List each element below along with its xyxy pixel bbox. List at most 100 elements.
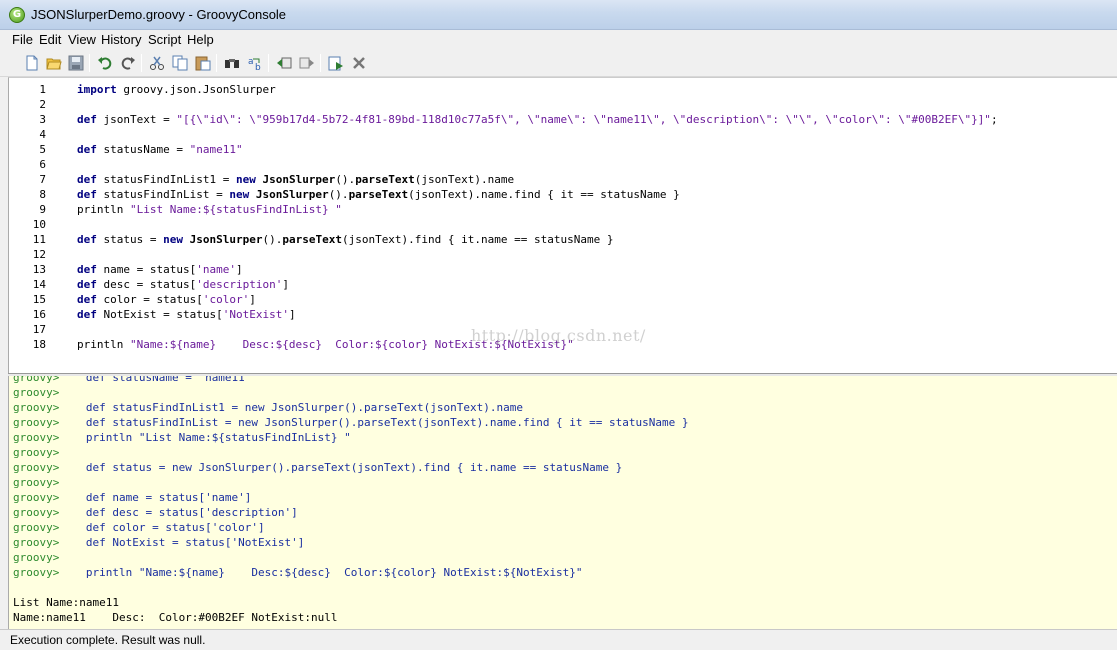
output-prompt: groovy> (13, 446, 60, 459)
history-previous-icon[interactable] (274, 53, 294, 73)
line-number: 5 (39, 143, 46, 156)
menu-script[interactable]: Script (148, 32, 181, 47)
code-line: def NotExist = status['NotExist'] (77, 308, 296, 321)
interrupt-icon[interactable] (349, 53, 369, 73)
run-script-icon[interactable] (326, 53, 346, 73)
new-file-icon[interactable] (22, 53, 42, 73)
code-line: def statusFindInList1 = new JsonSlurper(… (77, 173, 514, 186)
string-token: "name11" (189, 143, 243, 156)
line-number: 10 (32, 218, 46, 231)
watermark: http://blog.csdn.net/ (471, 326, 646, 345)
svg-text:b: b (255, 63, 261, 71)
undo-icon[interactable] (95, 53, 115, 73)
code-token: NotExist = status[ (96, 308, 223, 321)
keyword-token: def (77, 278, 97, 291)
history-next-icon[interactable] (297, 53, 317, 73)
output-echo-line: groovy> (13, 446, 86, 459)
code-token: statusFindInList = (96, 188, 230, 201)
menu-help[interactable]: Help (187, 32, 214, 47)
groovy-icon: G (9, 7, 25, 23)
code-token: (jsonText).name.find { it == statusName … (408, 188, 680, 201)
method-token: JsonSlurper (262, 173, 336, 186)
output-echo-text: println "Name:${name} Desc:${desc} Color… (85, 566, 583, 579)
line-number: 11 (32, 233, 46, 246)
menu-view[interactable]: View (68, 32, 96, 47)
copy-icon[interactable] (170, 53, 190, 73)
output-echo-text: def statusFindInList1 = new JsonSlurper(… (85, 401, 523, 414)
output-echo-text: def name = status['name'] (85, 491, 252, 504)
code-token: println (77, 338, 130, 351)
line-number: 2 (39, 98, 46, 111)
line-number: 4 (39, 128, 46, 141)
line-number: 15 (32, 293, 46, 306)
save-icon[interactable] (66, 53, 86, 73)
window-title: JSONSlurperDemo.groovy - GroovyConsole (31, 7, 287, 22)
code-token: (). (335, 173, 356, 186)
output-echo-line: groovy> def desc = status['description'] (13, 506, 298, 519)
cut-icon[interactable] (147, 53, 167, 73)
keyword-token: import (77, 83, 117, 96)
paste-icon[interactable] (193, 53, 213, 73)
menu-history[interactable]: History (101, 32, 141, 47)
output-echo-text: def color = status['color'] (85, 521, 265, 534)
method-token: JsonSlurper (255, 188, 329, 201)
script-editor[interactable]: 1 2 3 4 5 6 7 8 9 10 11 12 13 14 15 16 17 18 import groov… (8, 77, 1117, 375)
output-prompt: groovy> (13, 521, 60, 534)
code-token: (jsonText).name (414, 173, 515, 186)
line-number: 18 (32, 338, 46, 351)
output-prompt: groovy> (13, 461, 60, 474)
output-prompt: groovy> (13, 536, 60, 549)
line-number: 1 (39, 83, 46, 96)
replace-icon[interactable]: ab (245, 53, 265, 73)
output-prompt: groovy> (13, 506, 60, 519)
output-echo-line: groovy> def statusFindInList = new JsonS… (13, 416, 689, 429)
output-echo-line: groovy> println "Name:${name} Desc:${des… (13, 566, 583, 579)
output-prompt: groovy> (13, 476, 60, 489)
output-prompt: groovy> (13, 416, 60, 429)
output-echo-text: println "List Name:${statusFindInList} " (85, 431, 351, 444)
output-echo-line: groovy> def name = status['name'] (13, 491, 251, 504)
svg-text:a: a (248, 57, 254, 67)
keyword-token: def (77, 233, 97, 246)
code-line: def status = new JsonSlurper().parseText… (77, 233, 613, 246)
output-echo-line: groovy> def statusName = "name11" (13, 376, 251, 384)
code-token: (). (262, 233, 283, 246)
code-token: name = status[ (96, 263, 197, 276)
output-echo-text: def desc = status['description'] (85, 506, 298, 519)
line-number: 14 (32, 278, 46, 291)
find-icon[interactable] (222, 53, 242, 73)
open-folder-icon[interactable] (44, 53, 64, 73)
code-token: statusFindInList1 = (96, 173, 236, 186)
code-token: println (77, 203, 130, 216)
output-prompt: groovy> (13, 386, 60, 399)
output-echo-line: groovy> println "List Name:${statusFindI… (13, 431, 351, 444)
status-bar: Execution complete. Result was null. (0, 629, 1117, 650)
code-line: def jsonText = "[{\"id\": \"959b17d4-5b7… (77, 113, 998, 126)
code-token: jsonText = (96, 113, 177, 126)
code-token: statusName = (96, 143, 190, 156)
code-token: ; (990, 113, 998, 126)
code-line: import groovy.json.JsonSlurper (77, 83, 276, 96)
output-prompt: groovy> (13, 566, 60, 579)
code-line: def desc = status['description'] (77, 278, 289, 291)
string-token: 'NotExist' (222, 308, 289, 321)
title-bar[interactable]: G JSONSlurperDemo.groovy - GroovyConsole (0, 0, 1117, 30)
method-token: JsonSlurper (189, 233, 263, 246)
menu-file[interactable]: File (12, 32, 33, 47)
output-echo-line: groovy> def NotExist = status['NotExist'… (13, 536, 304, 549)
output-echo-text: def statusName = "name11" (85, 376, 252, 384)
keyword-token: def (77, 173, 97, 186)
output-echo-line: groovy> (13, 476, 86, 489)
menu-edit[interactable]: Edit (39, 32, 61, 47)
string-token: 'description' (196, 278, 283, 291)
method-token: parseText (355, 173, 415, 186)
output-echo-line: groovy> def statusFindInList1 = new Json… (13, 401, 523, 414)
redo-icon[interactable] (118, 53, 138, 73)
output-prompt: groovy> (13, 376, 60, 384)
keyword-token: def (77, 263, 97, 276)
output-pane[interactable]: groovy> def statusName = "name11" groovy>… (8, 376, 1117, 629)
keyword-token: new (229, 188, 250, 201)
line-number: 16 (32, 308, 46, 321)
